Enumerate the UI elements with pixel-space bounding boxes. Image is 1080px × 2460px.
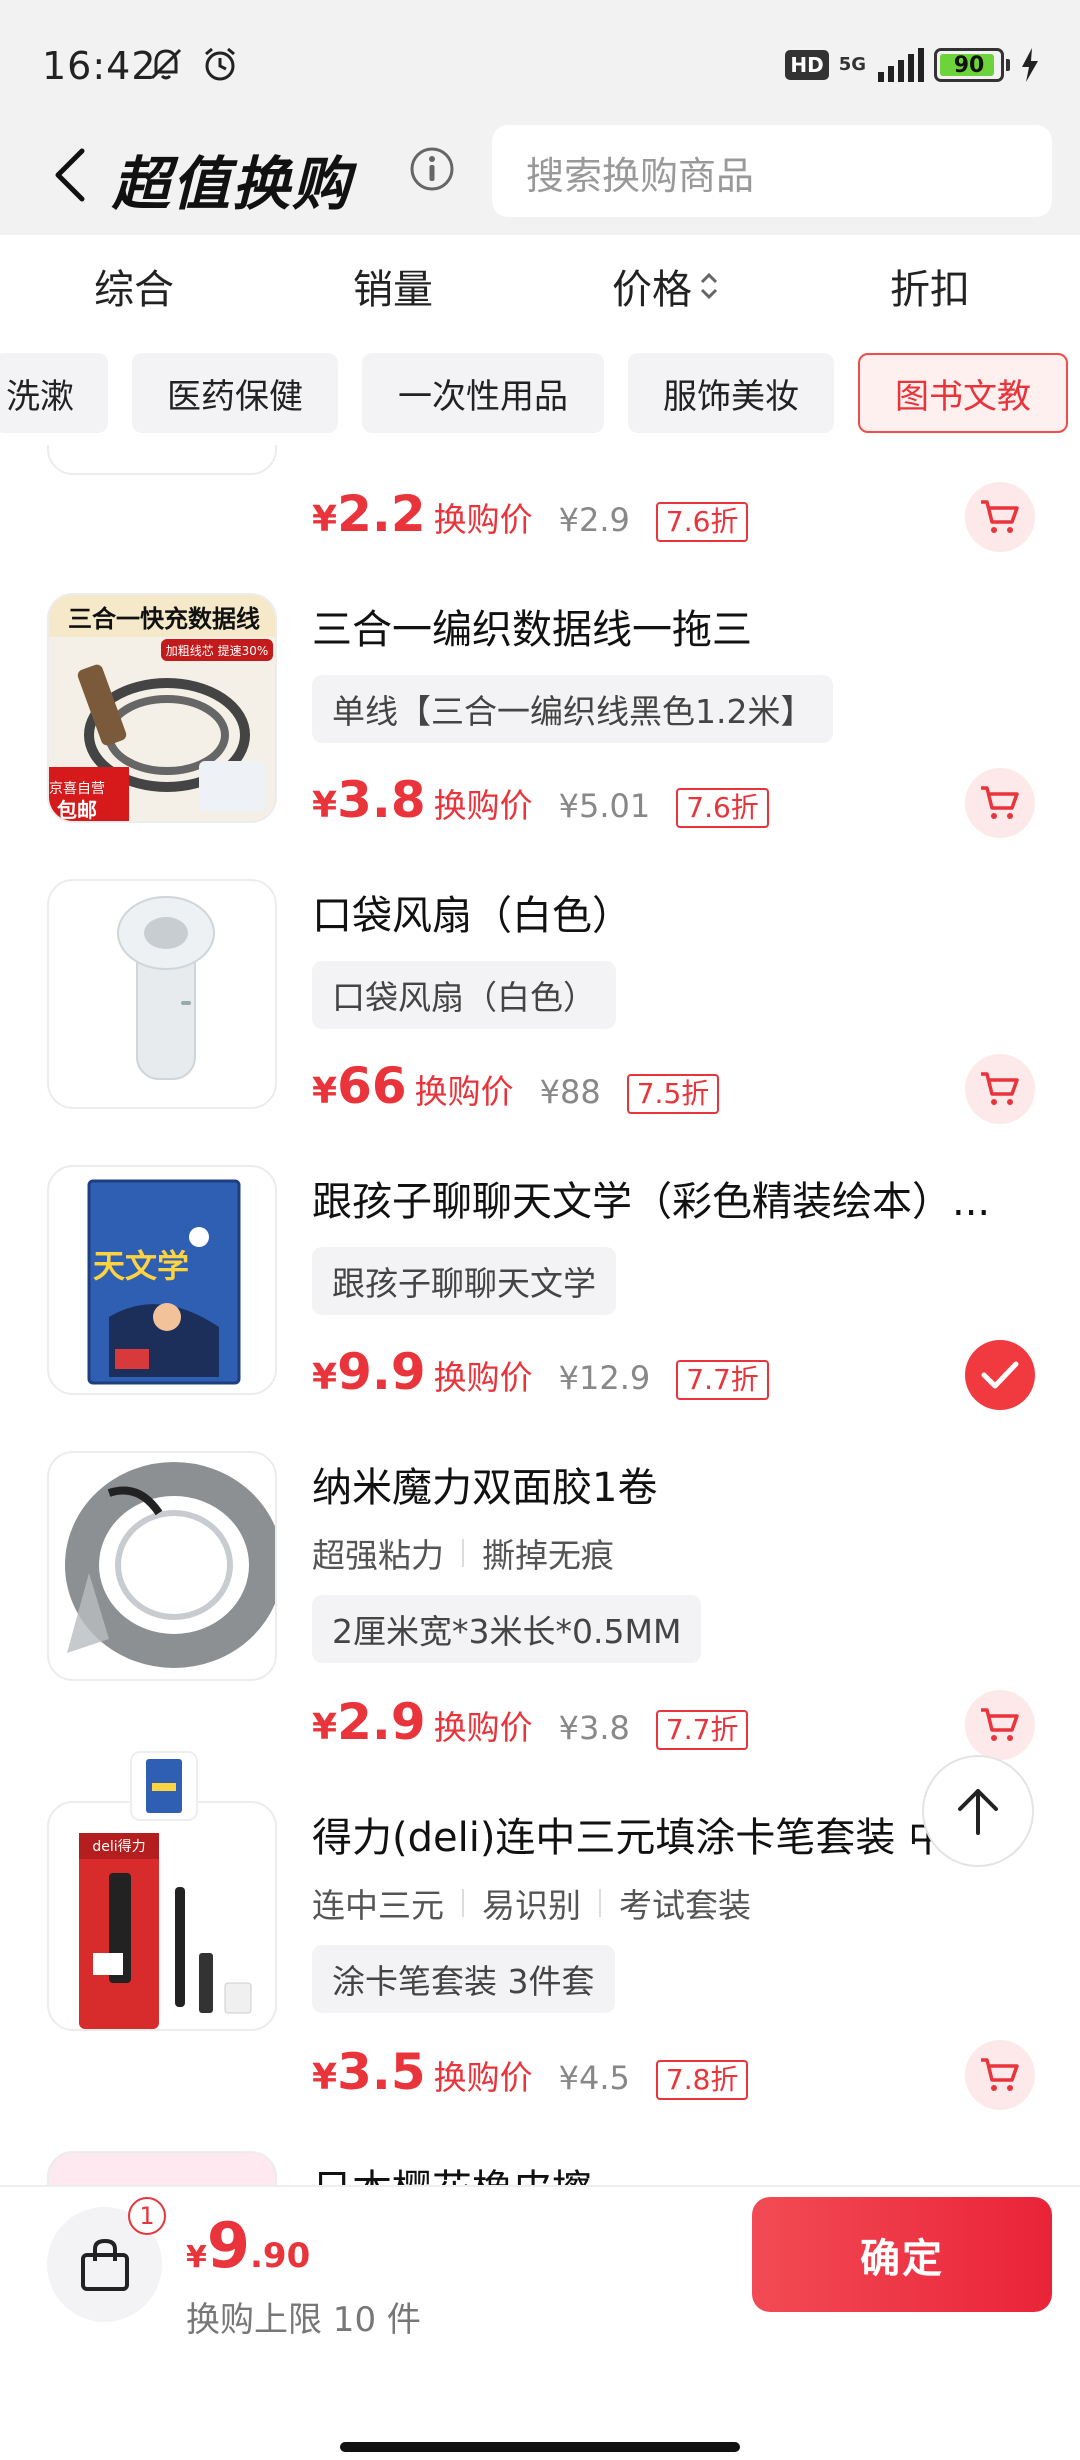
cart-count-badge: 1 xyxy=(128,2197,166,2235)
thumb-corner2: 包邮 xyxy=(57,798,97,822)
selected-check-button[interactable] xyxy=(965,1340,1035,1410)
bell-off-icon xyxy=(150,48,182,80)
category-chip[interactable]: 洗漱 xyxy=(0,353,108,433)
add-to-cart-button[interactable] xyxy=(965,482,1035,552)
product-spec[interactable]: 涂卡笔套装 3件套 xyxy=(312,1945,615,2013)
product-title: 三合一编织数据线一拖三 xyxy=(312,607,752,653)
thumb-corner: 京喜自营 xyxy=(49,781,105,797)
product-title: 日本樱花橡皮擦 xyxy=(312,2157,1012,2185)
sort-bar: 综合 销量 价格 折扣 xyxy=(0,235,1080,345)
product-spec[interactable]: 2厘米宽*3米长*0.5MM xyxy=(312,1595,702,1663)
add-to-cart-button[interactable] xyxy=(965,1054,1035,1124)
sort-arrows-icon xyxy=(700,272,718,300)
product-thumbnail: deli得力 xyxy=(47,1801,277,2031)
product-tag: 考试套装 xyxy=(619,1886,751,1925)
thumb-headline: 天文学 xyxy=(93,1247,189,1285)
cart-icon xyxy=(981,1708,1019,1741)
search-input[interactable]: 搜索换购商品 xyxy=(492,125,1052,217)
price-row: ¥ 2.2 换购价 ¥2.9 7.6折 xyxy=(312,485,749,543)
cart-icon xyxy=(981,1072,1019,1105)
page-title: 超值换购 xyxy=(112,150,353,218)
cart-icon xyxy=(981,2058,1019,2091)
category-chip[interactable]: 服饰美妆 xyxy=(628,353,834,433)
back-button[interactable] xyxy=(42,137,98,213)
cart-icon xyxy=(981,500,1019,533)
chevron-left-icon xyxy=(55,148,85,202)
limit-text: 换购上限 10 件 xyxy=(186,2300,421,2340)
thumb-sub: 加粗线芯 提速30% xyxy=(166,643,269,658)
price-row: ¥ 9.9 换购价 ¥12.9 7.7折 xyxy=(312,1343,769,1401)
product-spec[interactable]: 跟孩子聊聊天文学 xyxy=(312,1247,616,1315)
category-chip[interactable]: 医药保健 xyxy=(132,353,338,433)
product-thumbnail xyxy=(47,2151,277,2185)
product-thumbnail xyxy=(47,445,277,475)
info-icon[interactable] xyxy=(408,145,456,193)
product-thumbnail: 三合一快充数据线 加粗线芯 提速30% 京喜自营 包邮 xyxy=(47,593,277,823)
price-row: ¥ 66 换购价 ¥88 7.5折 xyxy=(312,1057,720,1115)
charging-icon xyxy=(1022,48,1038,82)
product-title: 口袋风扇（白色） xyxy=(312,893,632,939)
price-row: ¥ 2.9 换购价 ¥3.8 7.7折 xyxy=(312,1693,749,1751)
network-label: 5G xyxy=(838,54,866,75)
product-title: 纳米魔力双面胶1卷 xyxy=(312,1465,658,1511)
cart-icon xyxy=(981,786,1019,819)
checkmark-icon xyxy=(981,1361,1019,1389)
status-icons-left xyxy=(146,44,240,84)
price-row: ¥ 3.8 换购价 ¥5.01 7.6折 xyxy=(312,771,769,829)
sort-tab-discount[interactable]: 折扣 xyxy=(890,257,970,315)
add-to-cart-button[interactable] xyxy=(965,768,1035,838)
header: 超值换购 搜索换购商品 xyxy=(0,115,1080,235)
product-tag: 超强粘力 xyxy=(312,1536,444,1575)
category-chip[interactable]: 一次性用品 xyxy=(362,353,604,433)
status-time: 16:42 xyxy=(42,44,157,88)
sort-tab-sales[interactable]: 销量 xyxy=(353,257,433,315)
product-spec[interactable]: 单线【三合一编织线黑色1.2米】 xyxy=(312,675,834,743)
product-tag: 易识别 xyxy=(482,1886,581,1925)
confirm-button[interactable]: 确定 xyxy=(752,2197,1052,2312)
add-to-cart-button[interactable] xyxy=(965,2040,1035,2110)
total-price: ¥ 9 .90 xyxy=(186,2209,311,2282)
hd-badge: HD xyxy=(785,50,829,80)
signal-icon xyxy=(878,48,924,82)
product-thumbnail xyxy=(47,1451,277,1681)
product-tag: 撕掉无痕 xyxy=(482,1536,614,1575)
thumb-headline: 三合一快充数据线 xyxy=(68,605,260,633)
scroll-to-top-button[interactable] xyxy=(922,1755,1034,1867)
product-tag: 连中三元 xyxy=(312,1886,444,1925)
home-indicator[interactable] xyxy=(340,2442,740,2452)
status-icons-right: HD 5G 90 xyxy=(785,48,1040,82)
thumb-brand: deli得力 xyxy=(92,1838,145,1855)
product-thumbnail: 天文学 xyxy=(47,1165,277,1395)
price-row: ¥ 3.5 换购价 ¥4.5 7.8折 xyxy=(312,2043,749,2101)
sort-tab-comprehensive[interactable]: 综合 xyxy=(94,257,174,315)
shopping-bag-icon xyxy=(80,2238,129,2291)
status-bar: 16:42 HD 5G 90 xyxy=(0,0,1080,130)
bottom-bar: 1 ¥ 9 .90 换购上限 10 件 确定 xyxy=(0,2185,1080,2460)
product-spec[interactable]: 口袋风扇（白色） xyxy=(312,961,616,1029)
sort-tab-price[interactable]: 价格 xyxy=(612,257,720,315)
category-chips: 洗漱 医药保健 一次性用品 服饰美妆 图书文教 xyxy=(0,345,1080,445)
product-tags: 超强粘力 撕掉无痕 xyxy=(312,1529,614,1577)
floating-thumb-preview xyxy=(130,1751,198,1821)
alarm-icon xyxy=(205,47,235,81)
arrow-up-icon xyxy=(958,1789,998,1835)
battery-indicator: 90 xyxy=(934,48,1004,82)
product-list: ¥ 2.2 换购价 ¥2.9 7.6折 三合一快充数据线 加粗线芯 提速30% xyxy=(0,445,1080,2185)
product-title: 跟孩子聊聊天文学（彩色精装绘本）... xyxy=(312,1179,991,1225)
add-to-cart-button[interactable] xyxy=(965,1690,1035,1760)
product-thumbnail xyxy=(47,879,277,1109)
category-chip-active[interactable]: 图书文教 xyxy=(858,353,1068,433)
product-tags: 连中三元 易识别 考试套装 xyxy=(312,1879,751,1927)
search-placeholder: 搜索换购商品 xyxy=(526,154,755,198)
product-title: 得力(deli)连中三元填涂卡笔套装 中高... xyxy=(312,1815,952,1861)
